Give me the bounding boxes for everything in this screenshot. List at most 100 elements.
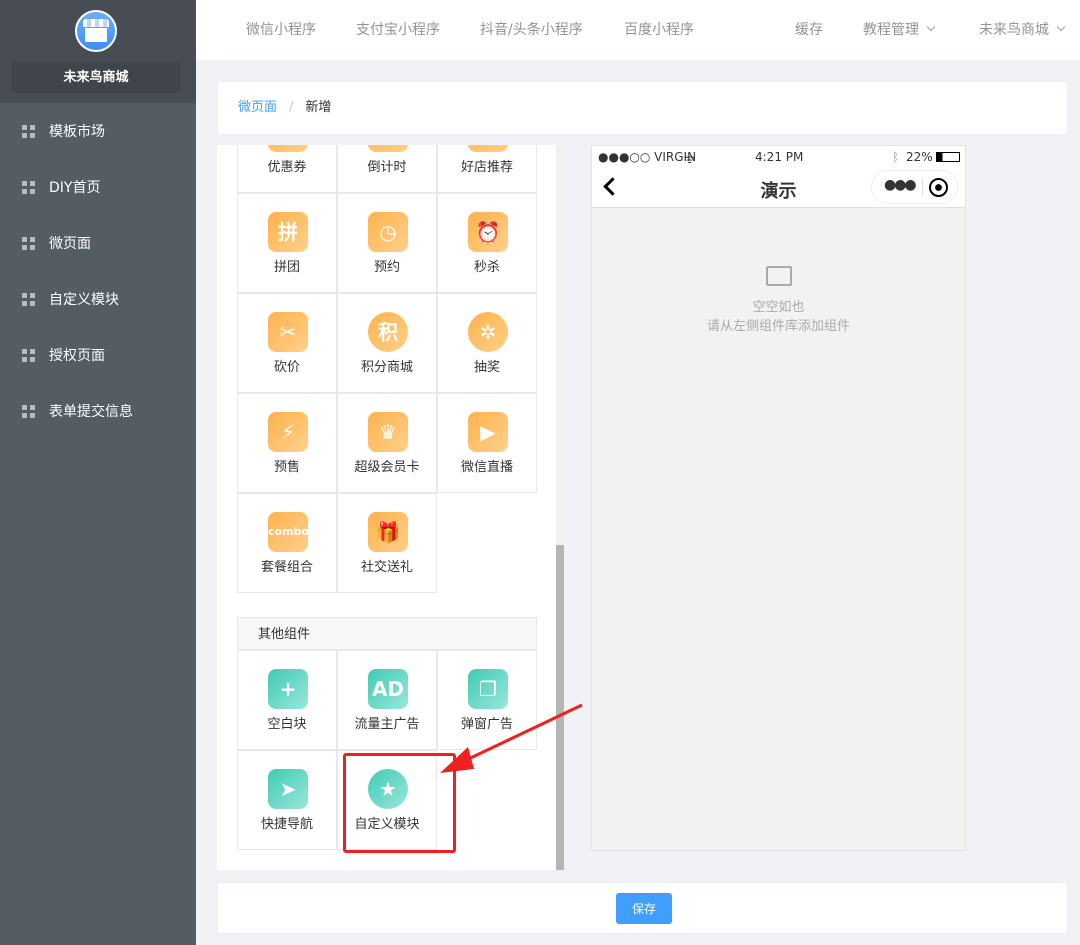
- battery-level: 22%: [906, 150, 933, 164]
- bargain-tag-icon: ✂: [268, 312, 308, 352]
- component-label: 倒计时: [367, 160, 407, 175]
- breadcrumb-parent[interactable]: 微页面: [238, 100, 277, 115]
- crown-icon: ♛: [368, 412, 408, 452]
- component-label: 抽奖: [473, 360, 500, 375]
- component-label: 快捷导航: [260, 817, 313, 832]
- component-bargain-tag[interactable]: ✂ 砍价: [237, 293, 337, 393]
- blank-block-icon: +: [268, 669, 308, 709]
- phone-preview: ●●●○○ VIRGIN ᯤ 4:21 PM ᛒ 22% 演示 ●●● 空空如也…: [591, 145, 966, 851]
- component-label: 超级会员卡: [354, 460, 420, 475]
- component-label: 预约: [373, 260, 400, 275]
- component-combo[interactable]: combo 套餐组合: [237, 493, 337, 593]
- footer-bar: 保存: [217, 882, 1068, 934]
- phone-nav-bar: 演示 ●●●: [592, 168, 965, 208]
- calendar-clock-icon: ◷: [368, 212, 408, 252]
- component-crown[interactable]: ♛ 超级会员卡: [337, 393, 437, 493]
- folder-icon: [765, 266, 792, 286]
- sidebar-item[interactable]: 模板市场: [0, 103, 196, 159]
- component-alarm-clock[interactable]: ⏰ 秒杀: [437, 193, 537, 293]
- shop-logo-icon: [75, 10, 117, 52]
- wifi-icon: ᯤ: [684, 152, 695, 166]
- empty-state: 空空如也 请从左侧组件库添加组件: [592, 266, 965, 336]
- presale-icon: ⚡: [268, 412, 308, 452]
- component-label: 微信直播: [460, 460, 513, 475]
- chevron-down-icon: [926, 22, 936, 32]
- sidebar-item-label: 表单提交信息: [49, 404, 133, 420]
- component-label: 社交送礼: [360, 560, 413, 575]
- battery-icon: [936, 152, 960, 162]
- breadcrumb-separator: /: [289, 100, 294, 115]
- lottery-wheel-icon: ✲: [468, 312, 508, 352]
- group-buy-icon: 拼: [268, 212, 308, 252]
- sidebar-item-label: DIY首页: [49, 180, 101, 196]
- sidebar-item-label: 微页面: [49, 236, 91, 252]
- shop-menu[interactable]: 未来鸟商城: [979, 0, 1066, 60]
- ad-icon: AD: [368, 669, 408, 709]
- component-label: 好店推荐: [460, 160, 513, 175]
- component-label: 套餐组合: [260, 560, 313, 575]
- tab-douyin-mini[interactable]: 抖音/头条小程序: [480, 0, 583, 60]
- section-other-components: 其他组件: [237, 617, 537, 650]
- combo-icon: combo: [268, 512, 309, 552]
- store-recommend-icon: [468, 145, 508, 152]
- component-label: 拼团: [273, 260, 300, 275]
- more-icon[interactable]: ●●●: [884, 177, 917, 193]
- tutorial-menu[interactable]: 教程管理: [863, 0, 936, 60]
- sidebar-item[interactable]: 表单提交信息: [0, 383, 196, 439]
- component-label: 秒杀: [473, 260, 500, 275]
- countdown-icon: [368, 145, 408, 152]
- tutorial-label: 教程管理: [863, 22, 919, 38]
- tab-wechat-mini[interactable]: 微信小程序: [246, 0, 316, 60]
- clock: 4:21 PM: [755, 150, 804, 164]
- component-blank-block[interactable]: + 空白块: [237, 650, 337, 750]
- component-ad[interactable]: AD 流量主广告: [337, 650, 437, 750]
- component-lottery-wheel[interactable]: ✲ 抽奖: [437, 293, 537, 393]
- component-presale[interactable]: ⚡ 预售: [237, 393, 337, 493]
- alarm-clock-icon: ⏰: [468, 212, 508, 252]
- breadcrumb-current: 新增: [305, 100, 332, 115]
- status-bar: ●●●○○ VIRGIN ᯤ 4:21 PM ᛒ 22%: [592, 146, 965, 168]
- component-coupon[interactable]: 优惠券: [237, 145, 337, 193]
- grid-icon: [22, 348, 35, 362]
- component-countdown[interactable]: 倒计时: [337, 145, 437, 193]
- bluetooth-icon: ᛒ: [892, 150, 900, 164]
- component-group-buy[interactable]: 拼拼团: [237, 193, 337, 293]
- sidebar-item-label: 自定义模块: [49, 292, 119, 308]
- sidebar-header: 未来鸟商城: [0, 0, 196, 103]
- close-target-icon[interactable]: [929, 178, 948, 197]
- points-icon: 积: [368, 312, 408, 352]
- cache-link[interactable]: 缓存: [795, 0, 823, 60]
- grid-icon: [22, 236, 35, 250]
- sidebar-item[interactable]: 自定义模块: [0, 271, 196, 327]
- chevron-down-icon: [1056, 22, 1066, 32]
- carrier: ●●●○○ VIRGIN: [598, 150, 697, 164]
- breadcrumb: 微页面 / 新增: [217, 81, 1068, 135]
- mini-program-capsule[interactable]: ●●●: [871, 170, 958, 204]
- coupon-icon: [268, 145, 308, 152]
- component-paper-plane[interactable]: ➤ 快捷导航: [237, 750, 337, 850]
- gift-icon: 🎁: [368, 512, 408, 552]
- sidebar-item[interactable]: DIY首页: [0, 159, 196, 215]
- component-live-tv[interactable]: ▶ 微信直播: [437, 393, 537, 493]
- component-label: 空白块: [267, 717, 307, 732]
- component-label: 流量主广告: [354, 717, 420, 732]
- component-points[interactable]: 积积分商城: [337, 293, 437, 393]
- shop-menu-label: 未来鸟商城: [979, 22, 1049, 38]
- sidebar-item-label: 授权页面: [49, 348, 105, 364]
- component-label: 砍价: [273, 360, 300, 375]
- component-calendar-clock[interactable]: ◷ 预约: [337, 193, 437, 293]
- component-label: 积分商城: [360, 360, 413, 375]
- grid-icon: [22, 180, 35, 194]
- component-label: 优惠券: [267, 160, 307, 175]
- sidebar-item[interactable]: 微页面: [0, 215, 196, 271]
- component-store-recommend[interactable]: 好店推荐: [437, 145, 537, 193]
- sidebar-item[interactable]: 授权页面: [0, 327, 196, 383]
- empty-title: 空空如也: [752, 300, 805, 315]
- tab-alipay-mini[interactable]: 支付宝小程序: [356, 0, 440, 60]
- save-button[interactable]: 保存: [616, 893, 672, 924]
- grid-icon: [22, 404, 35, 418]
- component-label: 预售: [273, 460, 300, 475]
- tab-baidu-mini[interactable]: 百度小程序: [624, 0, 694, 60]
- grid-icon: [22, 292, 35, 306]
- component-gift[interactable]: 🎁 社交送礼: [337, 493, 437, 593]
